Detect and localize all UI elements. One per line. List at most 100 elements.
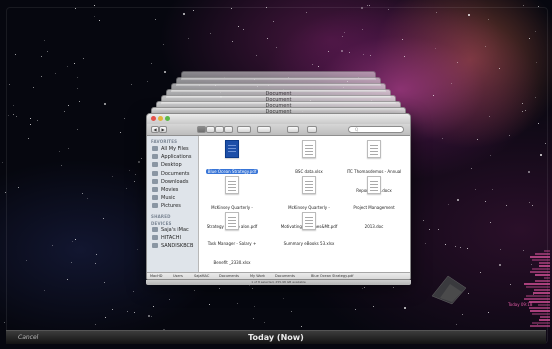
timeline-tick[interactable] <box>532 268 550 270</box>
timeline-tick[interactable] <box>544 250 550 252</box>
document-icon <box>367 176 381 194</box>
folder-icon <box>152 235 158 241</box>
timeline-tick[interactable] <box>544 277 550 279</box>
sidebar-item[interactable]: Desktop <box>152 161 198 169</box>
sidebar-item-label: Pictures <box>161 203 181 210</box>
timeline-tick[interactable] <box>533 292 550 294</box>
sidebar-item-label: HITACHI <box>161 235 181 242</box>
timeline-tick[interactable] <box>535 280 550 282</box>
folder-icon <box>152 178 158 184</box>
folder-icon <box>152 162 158 168</box>
sidebar-item[interactable]: SANDISKBCB <box>152 242 198 250</box>
sidebar-item[interactable]: Movies <box>152 186 198 194</box>
back-button[interactable]: ◀ <box>151 126 159 133</box>
sidebar-item-label: Downloads <box>161 178 189 185</box>
sidebar-item-label: Desktop <box>161 162 182 169</box>
favorites-header: FAVORITES <box>151 139 178 144</box>
sidebar-item-label: Saja's iMac <box>161 227 189 233</box>
sidebar-item[interactable]: Documents <box>152 170 198 178</box>
sidebar-item[interactable]: Pictures <box>152 202 198 210</box>
timeline-bar[interactable] <box>516 250 550 330</box>
sidebar-item-label: All My Files <box>161 146 189 152</box>
file-item[interactable]: Summary eBooks 53.xlsx <box>279 212 339 249</box>
path-segment[interactable]: Documents <box>275 274 295 279</box>
shared-header: SHARED <box>151 214 171 219</box>
file-name: Task Manager - Salary + Benefit _2330.xl… <box>207 241 257 265</box>
timeline-tick[interactable] <box>530 310 550 312</box>
minimize-button[interactable] <box>158 116 163 121</box>
sidebar-item-label: Music <box>161 195 176 202</box>
file-item[interactable]: Task Manager - Salary + Benefit _2330.xl… <box>202 212 262 268</box>
timeline-tick[interactable] <box>529 307 550 309</box>
timeline-tick[interactable] <box>532 313 550 315</box>
file-name: Project Management 2013.doc <box>353 205 395 229</box>
timeline-tick[interactable] <box>538 304 550 306</box>
sidebar-item[interactable]: Saja's iMac <box>152 226 198 234</box>
timeline-tick[interactable] <box>539 265 550 267</box>
sidebar-item[interactable]: HITACHI <box>152 234 198 242</box>
status-bar: 1 of 8 selected, 255.98 GB available <box>146 280 411 285</box>
star <box>366 4 368 6</box>
timeline-tick[interactable] <box>524 298 550 300</box>
timeline-tick[interactable] <box>526 286 550 288</box>
timeline-tick[interactable] <box>530 256 550 258</box>
timeline-tick[interactable] <box>535 274 550 276</box>
document-icon <box>367 140 381 158</box>
sidebar-item[interactable]: Downloads <box>152 178 198 186</box>
sidebar-item[interactable]: Applications <box>152 153 198 161</box>
star <box>522 4 524 6</box>
star <box>93 4 95 6</box>
spreadsheet-icon <box>225 212 239 230</box>
timeline-tick[interactable] <box>530 325 550 327</box>
folder-icon <box>152 203 158 209</box>
file-name: BSC data.xlsx <box>295 169 323 174</box>
close-button[interactable] <box>151 116 156 121</box>
icon-view-button[interactable] <box>197 126 206 133</box>
timeline-tick[interactable] <box>532 259 550 261</box>
timeline-today-label: Today 09:18 <box>508 302 533 307</box>
document-icon <box>302 212 316 230</box>
file-item[interactable]: Blue Ocean Strategy.pdf <box>202 140 262 177</box>
sidebar-item-label: Documents <box>161 170 190 177</box>
timeline-tick[interactable] <box>540 316 550 318</box>
coverflow-view-button[interactable] <box>224 126 233 133</box>
file-grid: Blue Ocean Strategy.pdf BSC data.xlsx ITC … <box>199 136 410 272</box>
timeline-tick[interactable] <box>535 253 550 255</box>
pdf-icon <box>302 176 316 194</box>
zoom-button[interactable] <box>165 116 170 121</box>
path-segment[interactable]: SajaMAC <box>194 274 209 279</box>
path-segment[interactable]: Documents <box>219 274 239 279</box>
tags-button[interactable] <box>307 126 317 133</box>
star <box>368 4 370 6</box>
folder-icon <box>152 154 158 160</box>
file-item[interactable]: Project Management 2013.doc <box>344 176 404 232</box>
timeline-tick[interactable] <box>539 262 550 264</box>
column-view-button[interactable] <box>215 126 224 133</box>
time-machine-screen: Document Document Document Document ◀ ▶ Q F… <box>0 0 552 349</box>
sidebar-item-label: Movies <box>161 187 179 193</box>
folder-icon <box>152 187 158 192</box>
timeline-tick[interactable] <box>526 295 550 297</box>
timeline-tick[interactable] <box>532 322 550 324</box>
search-input[interactable]: Q <box>348 126 404 133</box>
timeline-tick[interactable] <box>539 319 550 321</box>
forward-button[interactable]: ▶ <box>159 126 167 133</box>
sidebar-item[interactable]: Music <box>152 194 198 202</box>
timeline-tick[interactable] <box>534 289 550 291</box>
share-button[interactable] <box>287 126 299 133</box>
path-segment[interactable]: My Work <box>250 274 265 279</box>
path-segment[interactable]: MacHD <box>150 274 162 279</box>
current-date-label: Today (Now) <box>248 333 304 342</box>
path-segment[interactable]: Users <box>173 274 183 279</box>
finder-window: ◀ ▶ Q FAVORITES All My Files Applications D… <box>146 113 411 280</box>
action-gear-button[interactable] <box>257 126 271 133</box>
path-segment[interactable]: Blue Ocean Strategy.pdf <box>311 274 353 279</box>
folder-icon <box>152 146 158 151</box>
timeline-tick[interactable] <box>524 283 550 285</box>
sidebar-item[interactable]: All My Files <box>152 145 198 153</box>
timeline-tick[interactable] <box>530 271 550 273</box>
file-item[interactable]: BSC data.xlsx <box>279 140 339 177</box>
finder-sidebar: FAVORITES All My Files Applications Desktop… <box>147 136 199 272</box>
arrange-button[interactable] <box>237 126 251 133</box>
list-view-button[interactable] <box>206 126 215 133</box>
